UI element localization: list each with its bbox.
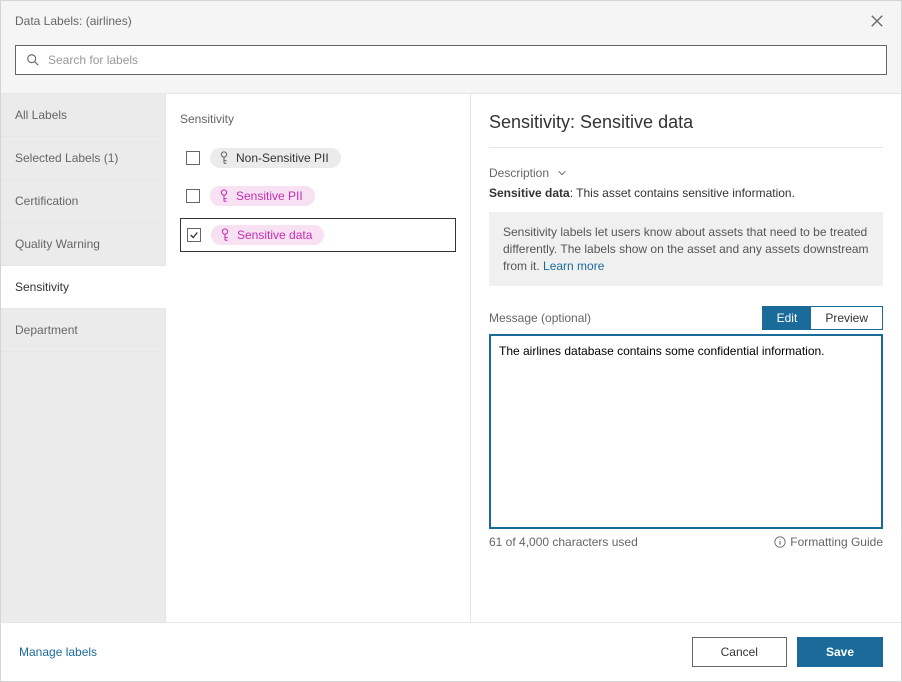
detail-title: Sensitivity: Sensitive data [489,112,883,148]
manage-labels-link[interactable]: Manage labels [19,645,97,659]
dialog-footer: Manage labels Cancel Save [1,622,901,681]
tab-edit[interactable]: Edit [763,307,812,329]
main-content: All Labels Selected Labels (1) Certifica… [1,94,901,622]
label-list-heading: Sensitivity [180,112,456,126]
close-button[interactable] [867,11,887,31]
save-button[interactable]: Save [797,637,883,667]
search-bar[interactable] [15,45,887,75]
description-name: Sensitive data [489,186,570,200]
description-toggle[interactable]: Description [489,166,883,180]
info-icon [774,536,786,548]
titlebar: Data Labels: (airlines) [1,1,901,35]
sidebar-item-sensitivity[interactable]: Sensitivity [1,266,166,309]
formatting-guide-label: Formatting Guide [790,535,883,549]
checkbox-sensitive-data[interactable] [187,228,201,242]
checkbox-non-sensitive-pii[interactable] [186,151,200,165]
label-row-non-sensitive-pii[interactable]: Non-Sensitive PII [180,142,456,174]
message-header: Message (optional) Edit Preview [489,306,883,330]
info-box: Sensitivity labels let users know about … [489,212,883,286]
search-icon [26,53,40,67]
sidebar-item-certification[interactable]: Certification [1,180,165,223]
search-bar-container [1,35,901,94]
footer-buttons: Cancel Save [692,637,883,667]
label-row-sensitive-pii[interactable]: Sensitive PII [180,180,456,212]
sidebar-item-department[interactable]: Department [1,309,165,352]
chevron-down-icon [557,168,567,178]
label-list-panel: Sensitivity Non-Sensitive PII Sensitive … [166,94,471,622]
sidebar: All Labels Selected Labels (1) Certifica… [1,94,166,622]
label-pill-non-sensitive-pii[interactable]: Non-Sensitive PII [210,148,341,168]
description-label: Description [489,166,549,180]
close-icon [870,14,884,28]
label-pill-sensitive-data[interactable]: Sensitive data [211,225,324,245]
search-input[interactable] [48,53,876,67]
label-text: Sensitive PII [236,189,303,203]
description-body: : This asset contains sensitive informat… [570,186,795,200]
formatting-guide-link[interactable]: Formatting Guide [774,535,883,549]
label-text: Non-Sensitive PII [236,151,329,165]
message-footer: 61 of 4,000 characters used Formatting G… [489,535,883,549]
sidebar-item-quality-warning[interactable]: Quality Warning [1,223,165,266]
detail-panel: Sensitivity: Sensitive data Description … [471,94,901,622]
char-count: 61 of 4,000 characters used [489,535,638,549]
sidebar-item-selected-labels[interactable]: Selected Labels (1) [1,137,165,180]
check-icon [189,230,199,240]
edit-preview-toggle: Edit Preview [762,306,883,330]
tab-preview[interactable]: Preview [811,307,882,329]
message-textarea[interactable] [489,334,883,529]
checkbox-sensitive-pii[interactable] [186,189,200,203]
message-label: Message (optional) [489,311,591,325]
dialog-title: Data Labels: (airlines) [15,14,132,28]
label-text: Sensitive data [237,228,312,242]
key-icon [218,151,230,165]
cancel-button[interactable]: Cancel [692,637,787,667]
sidebar-item-all-labels[interactable]: All Labels [1,94,165,137]
key-icon [219,228,231,242]
description-text: Sensitive data: This asset contains sens… [489,186,883,200]
learn-more-link[interactable]: Learn more [543,259,604,273]
label-pill-sensitive-pii[interactable]: Sensitive PII [210,186,315,206]
label-row-sensitive-data[interactable]: Sensitive data [180,218,456,252]
key-icon [218,189,230,203]
